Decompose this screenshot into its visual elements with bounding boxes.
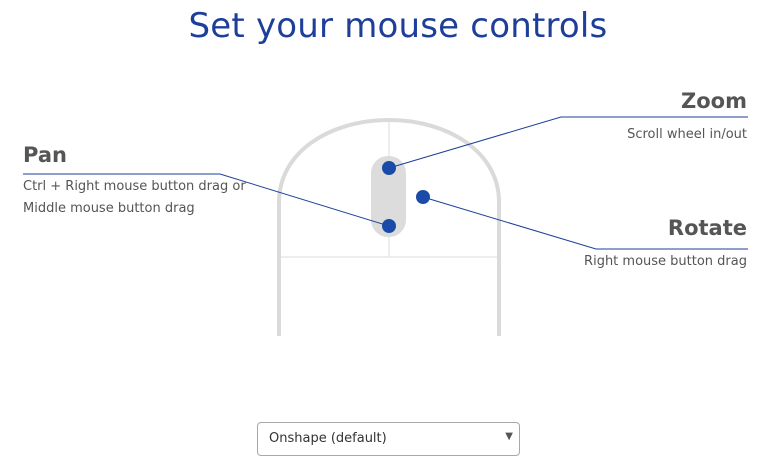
pan-description: Ctrl + Right mouse button drag or Middle…: [23, 176, 246, 220]
mouse-preset-select[interactable]: Onshape (default) ▼: [257, 422, 520, 456]
rotate-title: Rotate: [667, 216, 747, 240]
chevron-down-icon: ▼: [505, 431, 513, 442]
zoom-description: Scroll wheel in/out: [627, 127, 747, 142]
pan-title: Pan: [23, 143, 67, 167]
mouse-preset-selected-value: Onshape (default): [269, 431, 387, 446]
zoom-title: Zoom: [681, 89, 747, 113]
rotate-description: Right mouse button drag: [584, 254, 747, 269]
mouse-diagram: [23, 116, 748, 336]
zoom-dot: [382, 161, 396, 175]
rotate-dot: [416, 190, 430, 204]
pan-description-line1: Ctrl + Right mouse button drag or: [23, 179, 246, 194]
pan-description-line2: Middle mouse button drag: [23, 201, 195, 216]
pan-dot: [382, 219, 396, 233]
